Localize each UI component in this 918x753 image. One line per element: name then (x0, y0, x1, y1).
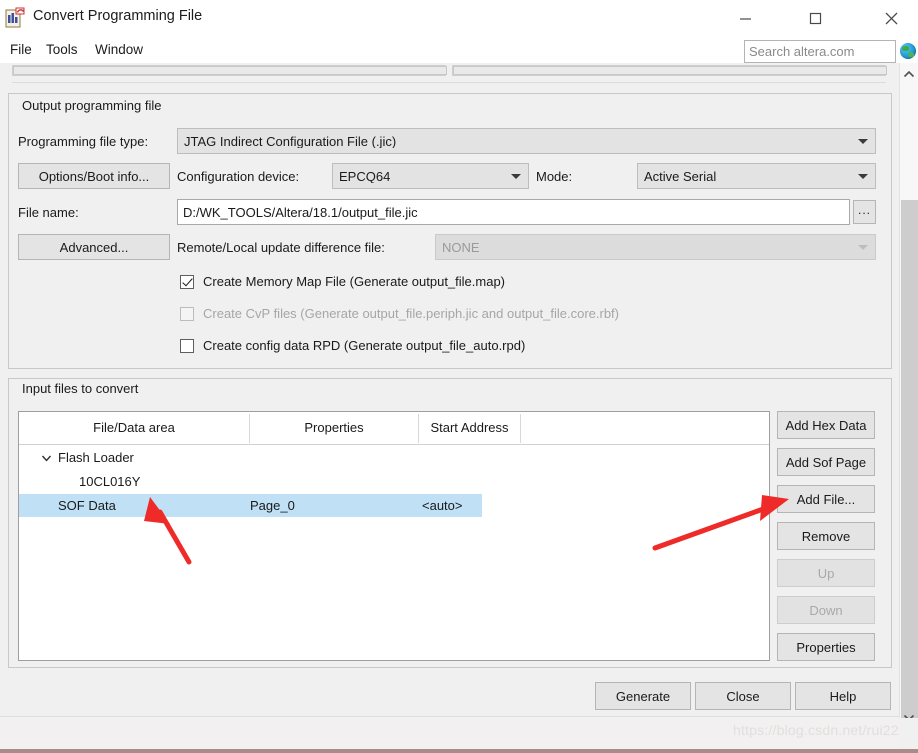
properties-button[interactable]: Properties (777, 633, 875, 661)
minimize-icon[interactable] (722, 0, 768, 36)
move-down-button: Down (777, 596, 875, 624)
create-memory-map-checkbox[interactable] (180, 274, 194, 289)
scrollbar-thumb[interactable] (13, 66, 447, 75)
create-cvp-files-checkbox-row: Create CvP files (Generate output_file.p… (180, 306, 619, 321)
move-up-button: Up (777, 559, 875, 587)
create-config-rpd-label: Create config data RPD (Generate output_… (203, 338, 526, 353)
create-config-rpd-checkbox[interactable] (180, 338, 194, 353)
top-cut-off-panel (0, 63, 892, 90)
chevron-down-icon (858, 174, 868, 179)
programming-file-type-select[interactable]: JTAG Indirect Configuration File (.jic) (177, 128, 876, 154)
programming-file-type-value: JTAG Indirect Configuration File (.jic) (184, 134, 397, 148)
maximize-icon[interactable] (792, 0, 838, 36)
column-header-file-data-area[interactable]: File/Data area (19, 412, 249, 444)
create-cvp-files-label: Create CvP files (Generate output_file.p… (203, 306, 619, 321)
table-row[interactable]: 10CL016Y (19, 470, 769, 493)
column-header-start-address[interactable]: Start Address (419, 412, 520, 444)
create-memory-map-checkbox-row[interactable]: Create Memory Map File (Generate output_… (180, 274, 505, 289)
horizontal-scrollbar-right[interactable] (452, 65, 887, 76)
scroll-up-icon[interactable] (900, 65, 918, 83)
mode-label: Mode: (536, 169, 573, 184)
programming-file-type-label: Programming file type: (18, 134, 149, 149)
chevron-down-icon (511, 174, 521, 179)
cell-file-data-area: Flash Loader (58, 450, 134, 465)
vertical-scrollbar[interactable] (899, 63, 918, 734)
convert-programming-file-window: Convert Programming File File Tools Wind… (0, 0, 918, 753)
create-memory-map-label: Create Memory Map File (Generate output_… (203, 274, 506, 289)
remote-local-value: NONE (442, 240, 480, 254)
create-config-rpd-checkbox-row[interactable]: Create config data RPD (Generate output_… (180, 338, 525, 353)
close-icon[interactable] (868, 0, 914, 36)
configuration-device-label: Configuration device: (177, 169, 300, 184)
title-bar: Convert Programming File (0, 0, 918, 36)
globe-icon[interactable] (900, 43, 916, 59)
table-header: File/Data area Properties Start Address (19, 412, 769, 445)
mode-value: Active Serial (644, 169, 717, 183)
divider (12, 82, 886, 83)
cell-properties: Page_0 (250, 498, 295, 513)
mode-select[interactable]: Active Serial (637, 163, 876, 189)
cell-file-data-area: SOF Data (58, 498, 116, 513)
menu-item-tools[interactable]: Tools (41, 40, 83, 59)
search-input[interactable] (745, 41, 895, 62)
generate-button[interactable]: Generate (595, 682, 691, 710)
bottom-accent-bar (0, 749, 918, 753)
add-file-button[interactable]: Add File... (777, 485, 875, 513)
app-convert-icon (5, 7, 26, 29)
options-boot-info-button[interactable]: Options/Boot info... (18, 163, 170, 189)
menu-item-file[interactable]: File (5, 40, 37, 59)
menu-item-window[interactable]: Window (90, 40, 148, 59)
input-files-table[interactable]: File/Data area Properties Start Address … (18, 411, 770, 661)
remove-button[interactable]: Remove (777, 522, 875, 550)
column-divider[interactable] (520, 414, 521, 443)
table-row-selected[interactable]: SOF Data Page_0 <auto> (19, 494, 482, 517)
column-header-properties[interactable]: Properties (250, 412, 418, 444)
remote-local-label: Remote/Local update difference file: (177, 240, 385, 255)
add-hex-data-button[interactable]: Add Hex Data (777, 411, 875, 439)
search-field[interactable] (744, 40, 896, 63)
column-divider[interactable] (418, 414, 419, 443)
watermark-text: https://blog.csdn.net/rui22 (733, 722, 899, 738)
cell-file-data-area: 10CL016Y (79, 474, 141, 489)
help-button[interactable]: Help (795, 682, 891, 710)
input-group-title: Input files to convert (18, 381, 143, 396)
configuration-device-value: EPCQ64 (339, 169, 391, 183)
file-name-label: File name: (18, 205, 79, 220)
configuration-device-select[interactable]: EPCQ64 (332, 163, 529, 189)
create-cvp-files-checkbox (180, 306, 194, 321)
scrollbar-corner (899, 718, 918, 735)
column-divider[interactable] (249, 414, 250, 443)
output-group-title: Output programming file (18, 98, 166, 113)
advanced-button[interactable]: Advanced... (18, 234, 170, 260)
chevron-down-icon (858, 245, 868, 250)
browse-file-button[interactable]: ... (853, 200, 876, 224)
add-sof-page-button[interactable]: Add Sof Page (777, 448, 875, 476)
file-name-input[interactable]: D:/WK_TOOLS/Altera/18.1/output_file.jic (177, 199, 850, 225)
cell-start-address: <auto> (422, 498, 463, 513)
scrollbar-thumb[interactable] (453, 66, 887, 75)
remote-local-select: NONE (435, 234, 876, 260)
table-row[interactable]: Flash Loader (19, 446, 769, 469)
window-title: Convert Programming File (33, 8, 203, 24)
scrollbar-thumb[interactable] (901, 200, 918, 720)
chevron-down-icon (858, 139, 868, 144)
close-dialog-button[interactable]: Close (695, 682, 791, 710)
horizontal-scrollbar-left[interactable] (12, 65, 447, 76)
